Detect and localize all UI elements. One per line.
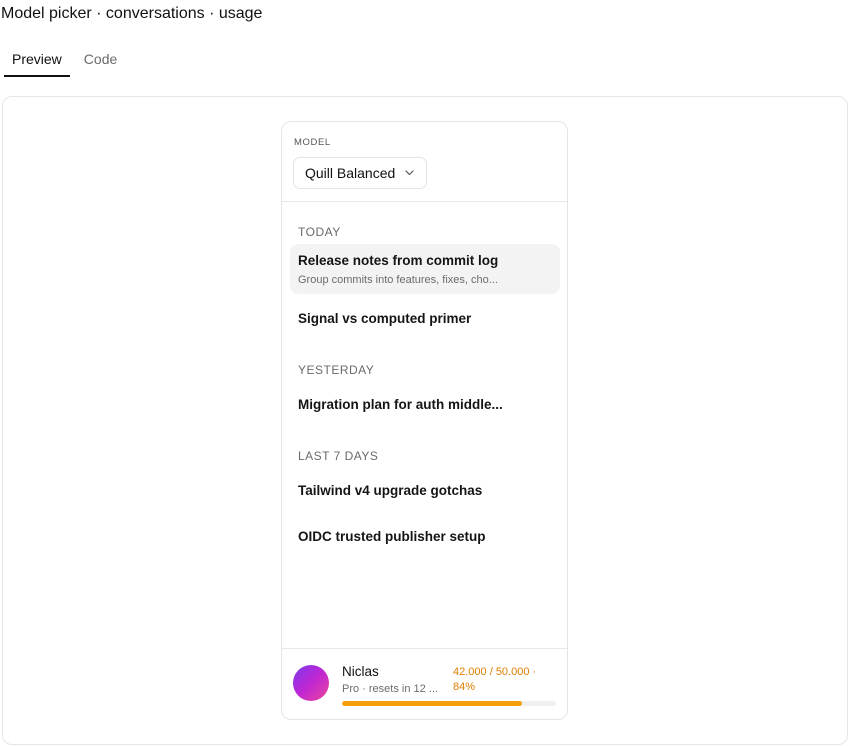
model-section: MODEL Quill Balanced [282, 122, 567, 202]
group-header-last-7-days: LAST 7 DAYS [298, 449, 379, 463]
view-tabs: Preview Code [4, 50, 125, 77]
user-plan: Pro · resets in 12 ... [342, 683, 438, 695]
conversation-preview: Group commits into features, fixes, cho.… [298, 274, 498, 286]
group-header-yesterday: YESTERDAY [298, 363, 375, 377]
usage-progress-fill [342, 701, 522, 706]
usage-percent: 84% [453, 681, 476, 693]
tab-preview[interactable]: Preview [4, 50, 70, 77]
user-usage-footer[interactable]: Niclas Pro · resets in 12 ... 42.000 / 5… [282, 648, 567, 719]
usage-progress-bar [342, 701, 556, 706]
conversation-item[interactable]: OIDC trusted publisher setup [290, 520, 560, 554]
conversation-title: Tailwind v4 upgrade gotchas [298, 483, 483, 498]
page-title: Model picker · conversations · usage [1, 5, 263, 22]
model-label: MODEL [294, 137, 331, 148]
avatar [293, 665, 329, 701]
group-header-today: TODAY [298, 225, 341, 239]
conversation-title: OIDC trusted publisher setup [298, 529, 486, 544]
chevron-down-icon [404, 168, 414, 178]
user-name: Niclas [342, 664, 379, 679]
conversation-title: Signal vs computed primer [298, 311, 472, 326]
usage-count: 42.000 / 50.000 · [453, 666, 537, 678]
conversation-title: Migration plan for auth middle... [298, 397, 503, 412]
conversation-item[interactable]: Signal vs computed primer [290, 302, 560, 336]
conversation-item[interactable]: Release notes from commit log Group comm… [290, 244, 560, 294]
sidebar-panel: MODEL Quill Balanced TODAY Release notes… [281, 121, 568, 720]
tab-code[interactable]: Code [76, 50, 125, 77]
model-select[interactable]: Quill Balanced [293, 157, 427, 189]
conversation-item[interactable]: Migration plan for auth middle... [290, 388, 560, 422]
model-select-value: Quill Balanced [305, 165, 396, 181]
conversation-item[interactable]: Tailwind v4 upgrade gotchas [290, 474, 560, 508]
conversation-title: Release notes from commit log [298, 253, 499, 268]
usage-summary: 42.000 / 50.000 · 84% [453, 665, 549, 695]
